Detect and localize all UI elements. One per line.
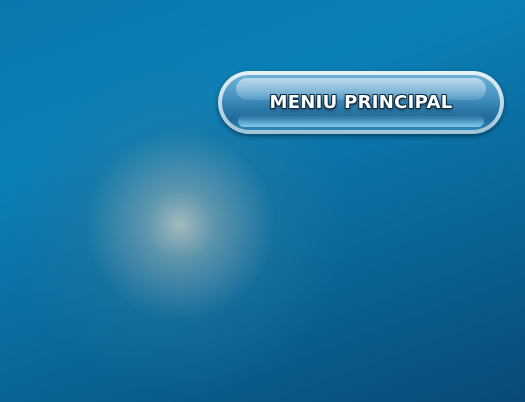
main-menu-button-label: MENIU PRINCIPAL — [269, 92, 453, 113]
main-menu-button[interactable]: MENIU PRINCIPAL — [218, 71, 504, 134]
main-screen: MENIU PRINCIPAL — [0, 0, 525, 402]
